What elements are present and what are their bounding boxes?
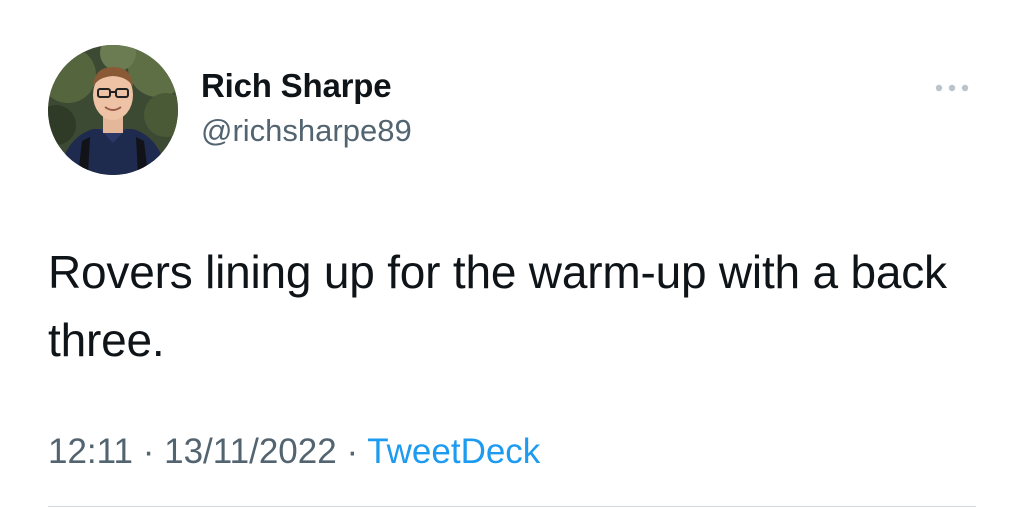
tweet-source-link[interactable]: TweetDeck [367,432,540,471]
tweet-text: Rovers lining up for the warm-up with a … [48,246,947,366]
more-options-button[interactable] [930,76,978,100]
profile-photo-icon [48,45,178,175]
divider [48,506,976,507]
avatar[interactable] [48,45,178,175]
display-name[interactable]: Rich Sharpe [201,66,412,106]
meta-separator: · [346,432,359,471]
tweet-date[interactable]: 13/11/2022 [164,432,337,471]
tweet-meta: 12:11 · 13/11/2022 · TweetDeck [48,430,540,474]
ellipsis-icon [935,84,969,92]
user-handle[interactable]: @richsharpe89 [201,111,412,151]
meta-separator: · [142,432,155,471]
author-info: Rich Sharpe @richsharpe89 [201,66,412,151]
tweet-time[interactable]: 12:11 [48,432,133,471]
tweet-card: Rich Sharpe @richsharpe89 Rovers lining … [0,0,1024,512]
